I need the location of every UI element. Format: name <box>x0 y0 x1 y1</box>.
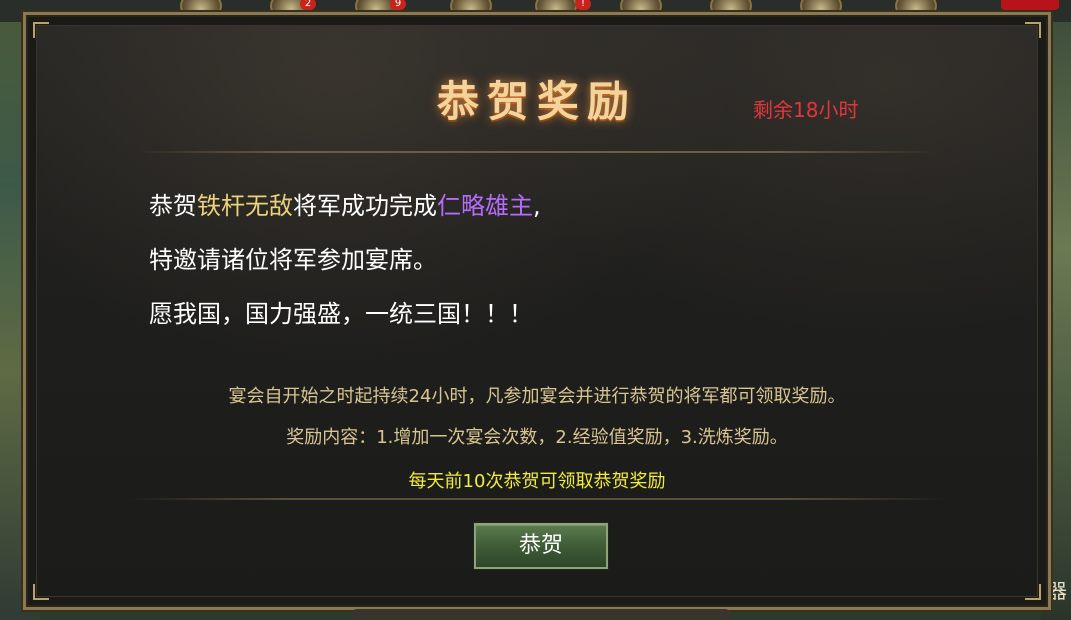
frame-corner <box>33 22 49 38</box>
message-line-1: 恭贺铁杆无敌将军成功完成仁略雄主, <box>149 186 541 221</box>
remaining-time: 剩余18小时 <box>753 98 859 122</box>
frame-corner <box>1025 584 1041 600</box>
info-line-3: 每天前10次恭贺可领取恭贺奖励 <box>408 471 666 492</box>
frame-corner <box>1025 22 1041 38</box>
notification-badge: 2 <box>300 0 316 10</box>
divider <box>137 151 937 153</box>
message-line-2: 特邀请诸位将军参加宴席。 <box>149 246 437 274</box>
message-prefix: 恭贺 <box>149 192 197 220</box>
achievement-name: 仁略雄主 <box>437 192 533 220</box>
notification-badge: 9 <box>390 0 406 10</box>
message-line-3: 愿我国，国力强盛，一统三国！！！ <box>149 300 533 328</box>
info-line-1: 宴会自开始之时起持续24小时，凡参加宴会并进行恭贺的将军都可领取奖励。 <box>228 386 846 407</box>
bottom-tab <box>351 609 731 619</box>
congratulate-button[interactable]: 恭贺 <box>474 523 608 569</box>
frame-corner <box>33 584 49 600</box>
dialog-panel: 恭贺奖励 剩余18小时 恭贺铁杆无敌将军成功完成仁略雄主, 特邀请诸位将军参加宴… <box>33 22 1041 600</box>
player-name: 铁杆无敌 <box>197 192 293 220</box>
notification-badge: ! <box>575 0 591 10</box>
message-middle: 将军成功完成 <box>293 192 437 220</box>
message-suffix: , <box>533 192 541 220</box>
dialog-title: 恭贺奖励 <box>436 77 637 126</box>
top-red-tab[interactable] <box>1001 0 1059 10</box>
info-line-2: 奖励内容：1.增加一次宴会次数，2.经验值奖励，3.洗炼奖励。 <box>286 427 788 448</box>
congratulation-dialog: 恭贺奖励 剩余18小时 恭贺铁杆无敌将军成功完成仁略雄主, 特邀请诸位将军参加宴… <box>23 12 1051 619</box>
divider <box>127 498 947 500</box>
